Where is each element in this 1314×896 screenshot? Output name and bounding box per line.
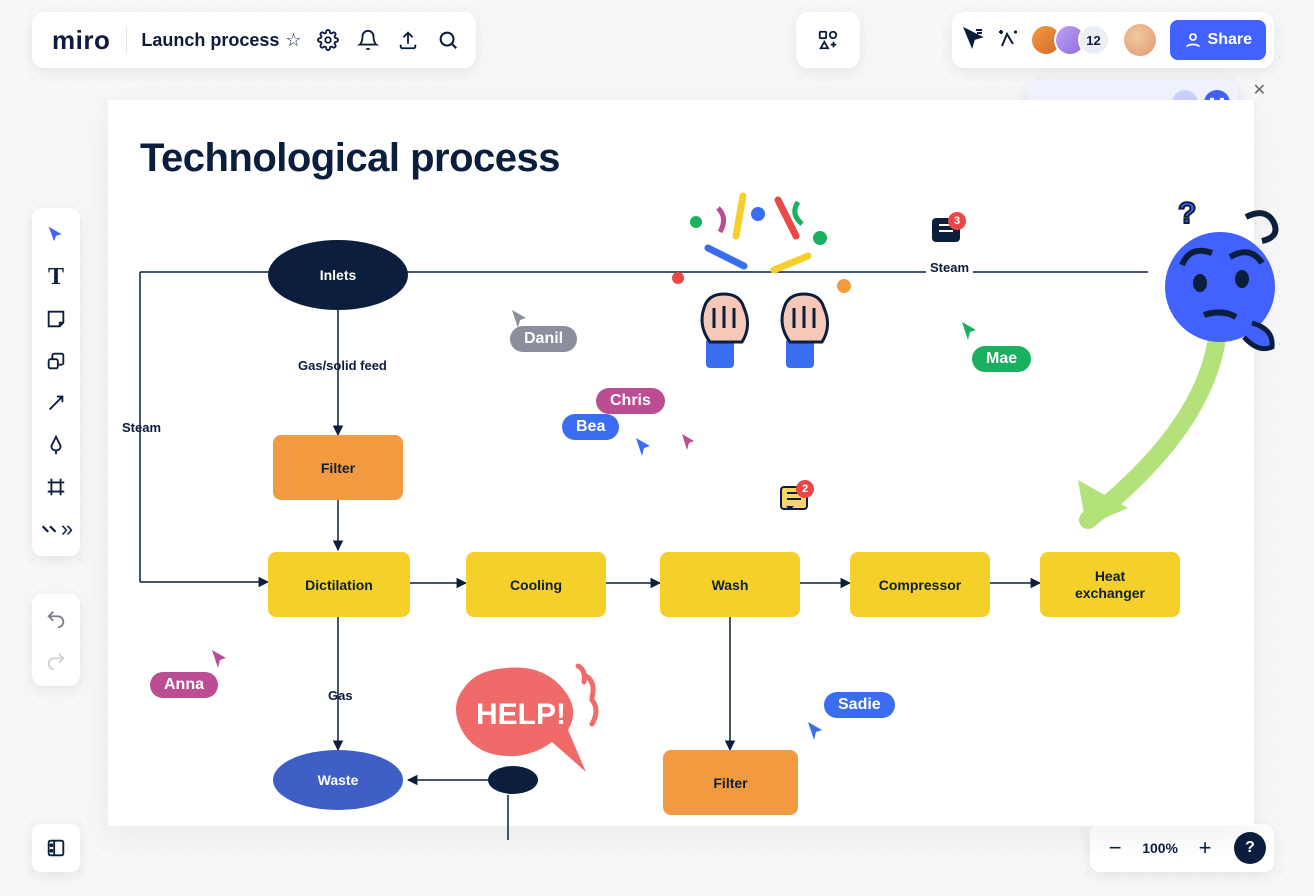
node-compressor[interactable]: Compressor <box>850 552 990 617</box>
node-heat-exchanger[interactable]: Heat exchanger <box>1040 552 1180 617</box>
reactions-icon[interactable] <box>996 26 1020 55</box>
undo-icon[interactable] <box>36 599 76 639</box>
line-tool-icon[interactable] <box>36 383 76 423</box>
frames-panel-button[interactable] <box>32 824 80 872</box>
edge-label-gas: Gas <box>328 688 353 703</box>
comment-count: 3 <box>948 212 966 230</box>
search-icon[interactable] <box>428 20 468 60</box>
node-dictilation[interactable]: Dictilation <box>268 552 410 617</box>
zoom-out-button[interactable]: − <box>1098 831 1132 865</box>
pen-tool-icon[interactable] <box>36 425 76 465</box>
edge-label-gas-solid: Gas/solid feed <box>298 358 387 373</box>
thinking-face-sticker[interactable]: ? <box>1142 205 1292 355</box>
zoom-level[interactable]: 100% <box>1138 840 1182 856</box>
apps-button[interactable] <box>796 12 860 68</box>
zoom-in-button[interactable]: + <box>1188 831 1222 865</box>
cursor-follow-icon[interactable] <box>962 26 986 55</box>
board-name[interactable]: Launch process <box>131 30 285 51</box>
person-icon <box>1184 31 1202 49</box>
help-button[interactable]: ? <box>1234 832 1266 864</box>
avatar-count[interactable]: 12 <box>1078 24 1110 56</box>
comment-bubble[interactable]: 2 <box>780 486 808 510</box>
node-waste[interactable]: Waste <box>273 750 403 810</box>
shapes-icon[interactable] <box>808 20 848 60</box>
node-wash[interactable]: Wash <box>660 552 800 617</box>
svg-text:?: ? <box>1178 197 1196 230</box>
top-bar-left: miro Launch process ☆ <box>32 12 476 68</box>
shape-tool-icon[interactable] <box>36 341 76 381</box>
edge-label-steam-left: Steam <box>122 420 161 435</box>
edge-label-steam-right: Steam <box>926 260 973 275</box>
select-tool-icon[interactable] <box>36 215 76 255</box>
celebration-sticker[interactable] <box>648 178 868 368</box>
star-icon[interactable]: ☆ <box>285 30 301 51</box>
zoom-controls: − 100% + ? <box>1090 824 1274 872</box>
text-tool-icon[interactable]: T <box>36 257 76 297</box>
timer-close-icon[interactable]: ✕ <box>1253 80 1266 100</box>
undo-redo-panel <box>32 594 80 686</box>
more-tools-icon[interactable]: » <box>36 509 76 549</box>
top-bar-right: 12 Share <box>952 12 1274 68</box>
my-avatar[interactable] <box>1124 24 1156 56</box>
frame-tool-icon[interactable] <box>36 467 76 507</box>
export-icon[interactable] <box>388 20 428 60</box>
collaborator-avatars[interactable]: 12 <box>1030 24 1110 56</box>
comment-count: 2 <box>796 480 814 498</box>
comment-bubble[interactable]: 3 <box>932 218 960 242</box>
help-speech-sticker[interactable]: HELP! <box>444 648 604 788</box>
svg-text:HELP!: HELP! <box>476 698 566 731</box>
divider <box>126 26 127 54</box>
miro-logo[interactable]: miro <box>40 25 122 56</box>
share-button[interactable]: Share <box>1170 20 1266 60</box>
sticky-note-tool-icon[interactable] <box>36 299 76 339</box>
share-label: Share <box>1208 31 1252 49</box>
settings-icon[interactable] <box>308 20 348 60</box>
node-cooling[interactable]: Cooling <box>466 552 606 617</box>
node-inlets[interactable]: Inlets <box>268 240 408 310</box>
notifications-icon[interactable] <box>348 20 388 60</box>
canvas-frame[interactable]: Technological process Steam Steam Gas/ <box>108 100 1254 826</box>
node-filter-top[interactable]: Filter <box>273 435 403 500</box>
redo-icon[interactable] <box>36 641 76 681</box>
left-toolbar: T » <box>32 208 80 556</box>
node-filter-bottom[interactable]: Filter <box>663 750 798 815</box>
